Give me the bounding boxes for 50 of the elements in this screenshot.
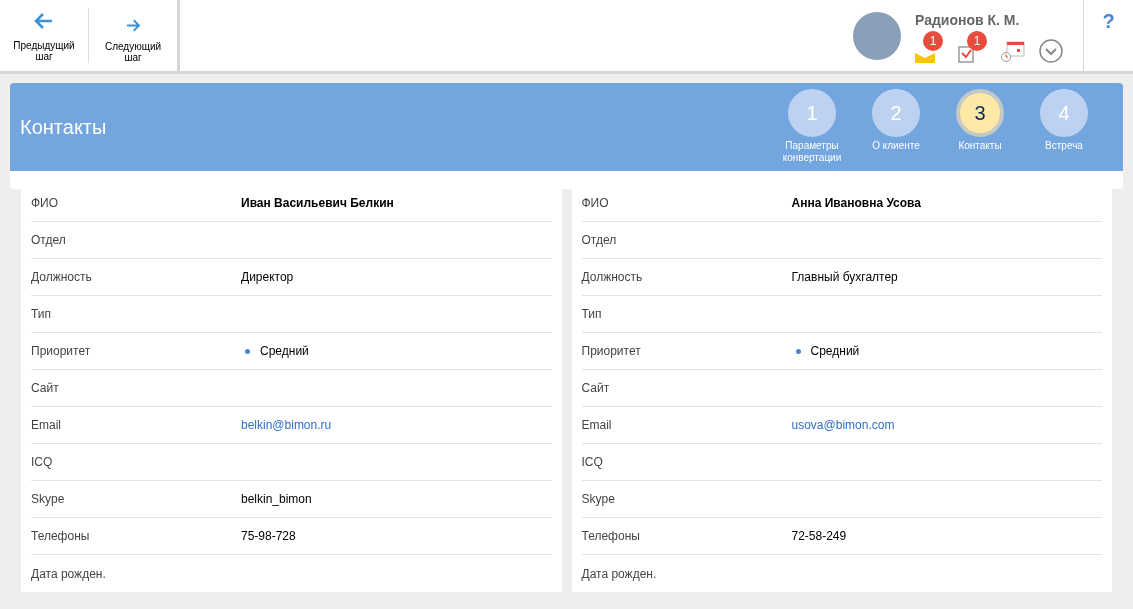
tasks-button[interactable]: 1: [957, 31, 987, 63]
email-link[interactable]: belkin@bimon.ru: [241, 416, 332, 434]
field-value: Главный бухгалтер: [791, 269, 898, 286]
field-label: Приоритет: [31, 343, 92, 360]
field-label: Должность: [31, 269, 93, 286]
field-label: ICQ: [581, 454, 604, 471]
calendar-clock-icon[interactable]: [1001, 41, 1025, 63]
step-tab[interactable]: 1 Параметры конвертации: [773, 89, 851, 164]
field-label: Тип: [581, 306, 603, 323]
page-title: Контакты: [19, 115, 107, 140]
field-value: Средний: [810, 343, 860, 360]
email-link[interactable]: usova@bimon.com: [791, 416, 895, 434]
previous-step-button[interactable]: Предыдущий шаг: [0, 0, 88, 71]
field-label: Тип: [31, 306, 52, 323]
field-label: Приоритет: [581, 343, 642, 360]
field-label: ФИО: [31, 195, 60, 212]
field-label: ФИО: [581, 195, 610, 212]
field-label: Отдел: [581, 232, 618, 249]
field-label: Должность: [581, 269, 644, 286]
step-tab[interactable]: 4 Встреча: [1025, 89, 1103, 164]
field-label: Skype: [31, 491, 66, 508]
field-label: Сайт: [581, 380, 611, 397]
notification-badge: 1: [967, 31, 987, 51]
field-value: Иван Васильевич Белкин: [241, 195, 394, 212]
help-button[interactable]: ?: [1102, 6, 1115, 34]
field-value: Анна Ивановна Усова: [791, 195, 921, 212]
field-label: Email: [581, 417, 613, 434]
field-label: Сайт: [31, 380, 60, 397]
mail-button[interactable]: 1: [915, 31, 943, 63]
field-label: Skype: [581, 491, 616, 508]
field-value: 72-58-249: [791, 528, 847, 545]
step-tab[interactable]: 3 Контакты: [941, 89, 1019, 164]
field-label: Email: [31, 417, 62, 434]
field-value: belkin_bimon: [241, 491, 312, 508]
field-label: Дата рожден.: [581, 565, 658, 583]
field-label: ICQ: [31, 454, 54, 471]
clipboard-check-icon: [957, 45, 975, 63]
user-name: Радионов К. М.: [915, 11, 1021, 30]
field-value: 75-98-728: [241, 528, 296, 545]
field-value: Средний: [260, 343, 309, 360]
chevron-down-icon[interactable]: [1039, 39, 1063, 63]
step-tab[interactable]: 2 О клиенте: [857, 89, 935, 164]
field-label: Телефоны: [581, 528, 641, 545]
notification-badge: 1: [923, 31, 943, 51]
next-step-button[interactable]: Следующий шаг: [88, 8, 177, 63]
avatar-photo-placeholder: [853, 12, 901, 60]
field-label: Дата рожден.: [31, 565, 107, 583]
field-value: Директор: [241, 269, 294, 286]
field-label: Телефоны: [31, 528, 91, 545]
field-label: Отдел: [31, 232, 67, 249]
